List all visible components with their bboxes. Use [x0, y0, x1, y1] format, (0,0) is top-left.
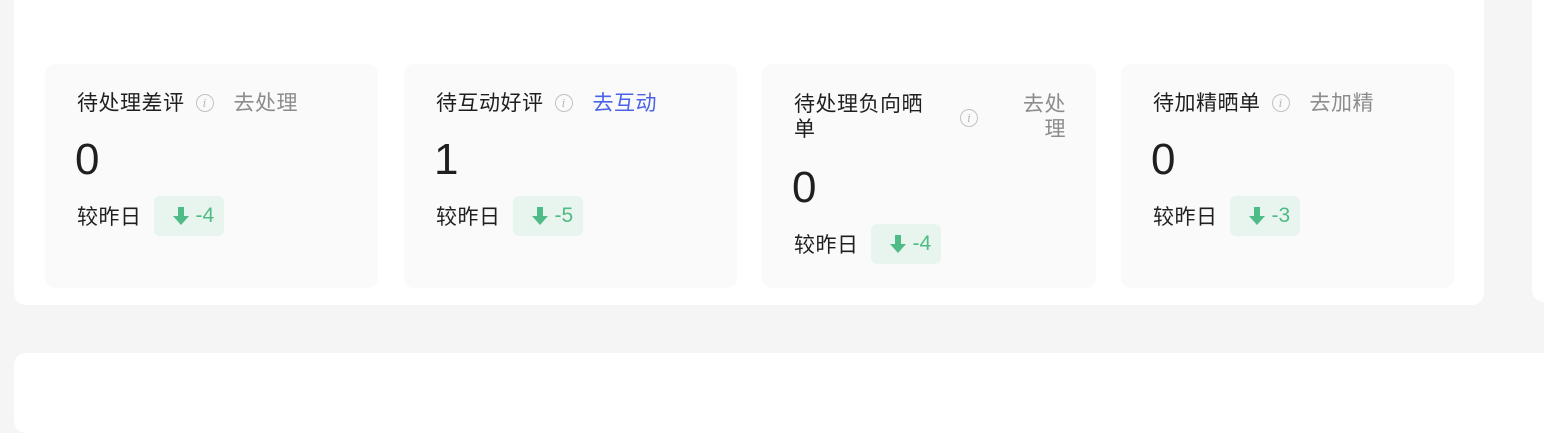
stat-card-pending-negative-reviews: 待处理差评 i 去处理 0 较昨日 -4	[45, 64, 378, 288]
delta-value: -4	[912, 232, 932, 255]
arrow-down-icon	[531, 207, 548, 225]
stat-card-pending-positive-reviews: 待互动好评 i 去互动 1 较昨日 -5	[404, 64, 737, 288]
handle-link[interactable]: 去处理	[234, 90, 299, 116]
delta-value: -4	[195, 204, 215, 227]
arrow-down-icon	[889, 235, 906, 253]
compare-label: 较昨日	[77, 205, 142, 229]
delta-value: -5	[554, 204, 574, 227]
card-title: 待互动好评	[436, 91, 544, 115]
compare-row: 较昨日 -4	[794, 224, 942, 264]
card-header: 待互动好评 i 去互动	[436, 90, 705, 116]
card-title: 待处理负向晒单	[794, 92, 923, 141]
info-icon[interactable]: i	[1271, 94, 1290, 112]
card-header: 待加精晒单 i 去加精	[1153, 90, 1422, 116]
lower-panel	[14, 353, 1544, 433]
stat-value: 0	[792, 163, 817, 212]
delta-badge: -4	[153, 196, 225, 236]
stat-card-pending-negative-shares: 待处理负向晒单 i 去处理 0 较昨日 -4	[762, 64, 1096, 288]
arrow-down-icon	[172, 207, 189, 225]
delta-badge: -4	[870, 224, 942, 264]
delta-badge: -5	[512, 196, 584, 236]
card-header: 待处理差评 i 去处理	[77, 90, 346, 116]
compare-label: 较昨日	[1153, 205, 1218, 229]
stat-value: 0	[1151, 135, 1176, 184]
delta-badge: -3	[1229, 196, 1301, 236]
info-icon[interactable]: i	[554, 94, 573, 112]
arrow-down-icon	[1248, 207, 1265, 225]
info-icon[interactable]: i	[960, 109, 978, 127]
side-panel-edge	[1532, 0, 1544, 302]
stat-value: 0	[75, 135, 100, 184]
delta-value: -3	[1271, 204, 1291, 227]
compare-row: 较昨日 -4	[77, 196, 225, 236]
card-title: 待处理差评	[77, 91, 185, 115]
compare-row: 较昨日 -3	[1153, 196, 1301, 236]
compare-label: 较昨日	[794, 233, 859, 257]
card-title: 待加精晒单	[1153, 91, 1261, 115]
card-header: 待处理负向晒单 i 去处理	[794, 92, 1066, 148]
stat-card-pending-featured-shares: 待加精晒单 i 去加精 0 较昨日 -3	[1121, 64, 1454, 288]
interact-link[interactable]: 去互动	[593, 90, 658, 116]
feature-link[interactable]: 去加精	[1310, 90, 1375, 116]
info-icon[interactable]: i	[195, 94, 214, 112]
handle-link[interactable]: 去处理	[1014, 92, 1066, 142]
compare-label: 较昨日	[436, 205, 501, 229]
compare-row: 较昨日 -5	[436, 196, 584, 236]
stat-value: 1	[434, 135, 459, 184]
